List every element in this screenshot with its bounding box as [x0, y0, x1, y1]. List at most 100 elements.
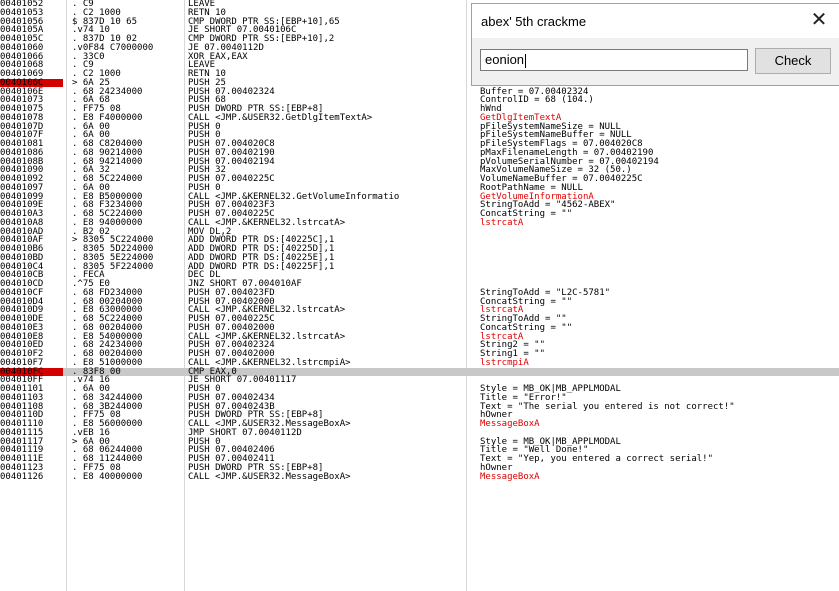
code-row[interactable]: 00401092 . 68 5C224000 PUSH 07.0040225C Vol… [0, 174, 839, 184]
disasm-cell: PUSH 07.00402411 [188, 454, 275, 464]
comment-cell: RootPathName = NULL [480, 182, 583, 193]
code-row[interactable]: 004010BD . 8305 5E224000 ADD DWORD PTR DS:… [0, 252, 839, 263]
hex-cell: . 8305 5D224000 [72, 244, 154, 254]
hex-cell: . 68 34244000 [72, 392, 143, 403]
code-row[interactable]: 0040107D. 6A 00 PUSH 0 pFileSystemNameSize… [0, 122, 839, 131]
address-cell: 00401126 [0, 471, 44, 482]
code-row[interactable]: 004010CD .^75 E0 JNZ SHORT 07.004010AF [0, 279, 839, 289]
dialog-title: abex' 5th crackme [481, 14, 587, 29]
code-row[interactable]: 0040108B. 68 94214000 PUSH 07.00402194 pVo… [0, 157, 839, 166]
text-caret [525, 53, 527, 68]
hex-cell: .v0F84 C7000000 [72, 42, 154, 53]
code-row[interactable]: 00401115 .vEB 16 JMP SHORT 07.0040112D [0, 428, 839, 437]
address-cell: 004010CD [0, 279, 44, 289]
code-row[interactable]: 004010A3 . 68 5C224000 PUSH 07.0040225C Con… [0, 209, 839, 219]
hex-cell: . 837D 10 02 [72, 34, 138, 44]
comment-cell: Title = "Error!" [480, 392, 567, 403]
hex-cell: . 68 FD234000 [72, 287, 143, 298]
address-cell: 004010BD [0, 252, 44, 263]
disasm-cell: PUSH 07.00402190 [188, 147, 275, 158]
disasm-cell: PUSH 0 [188, 384, 221, 394]
code-row[interactable]: 00401097 . 6A 00 PUSH 0 RootPathName = NULL [0, 182, 839, 193]
comment-cell: VolumeNameBuffer = 07.0040225C [480, 174, 643, 184]
address-cell: 004010E3 [0, 322, 44, 333]
comment-cell: hOwner [480, 462, 513, 473]
comment-cell: String1 = "" [480, 349, 546, 359]
address-cell: 00401081 [0, 139, 44, 149]
disasm-cell: RETN 10 [188, 7, 226, 18]
serial-input[interactable]: eonion [480, 49, 748, 71]
code-row[interactable]: 00401101 . 6A 00 PUSH 0 Style = MB_OK|MB_AP… [0, 384, 839, 394]
code-row[interactable]: 0040106E. 68 24234000 PUSH 07.00402324 Buf… [0, 87, 839, 96]
hex-cell: . E8 40000000 [72, 471, 143, 482]
code-row[interactable]: 00401103 . 68 34244000 PUSH 07.00402434 Tit… [0, 392, 839, 403]
disasm-cell: PUSH 07.00402000 [188, 349, 275, 359]
code-row[interactable]: 004010C4. 8305 5F224000 ADD DWORD PTR DS:… [0, 262, 839, 271]
code-row[interactable]: 004010F7 . E8 51000000 CALL <JMP.&KERNEL32… [0, 357, 839, 368]
comment-cell: Style = MB_OK|MB_APPLMODAL [480, 384, 621, 394]
comment-cell: lstrcmpiA [480, 357, 529, 368]
disasm-cell: CMP DWORD PTR SS:[EBP+10],2 [188, 34, 335, 44]
comment-cell: pFileSystemFlags = 07.004020C8 [480, 139, 643, 149]
hex-cell: . FF75 08 [72, 462, 121, 473]
code-row[interactable]: 004010CB. FECA DEC DL [0, 271, 839, 280]
code-row[interactable]: 004010B6 . 8305 5D224000 ADD DWORD PTR DS:… [0, 244, 839, 254]
code-row[interactable]: 004010F2 . 68 00204000 PUSH 07.00402000 Str… [0, 349, 839, 359]
code-row[interactable]: 0040111E . 68 11244000 PUSH 07.00402411 Tex… [0, 454, 839, 464]
hex-cell: .^75 E0 [72, 279, 110, 289]
crackme-dialog: abex' 5th crackme ✕ eonion Check [471, 3, 839, 86]
hex-cell: . 68 5C224000 [72, 314, 143, 324]
code-row[interactable]: 00401081 . 68 C8204000 PUSH 07.004020C8 pFi… [0, 139, 839, 149]
hex-cell: . E8 51000000 [72, 357, 143, 368]
comment-cell: lstrcatA [480, 217, 524, 228]
comment-cell: MessageBoxA [480, 419, 540, 429]
code-row[interactable]: 004010FF .v74 16 JE SHORT 07.00401117 [0, 376, 839, 385]
address-cell: 00401097 [0, 182, 44, 193]
address-cell: 00401110 [0, 419, 44, 429]
code-row[interactable]: 00401123 . FF75 08 PUSH DWORD PTR SS:[EBP+… [0, 462, 839, 473]
disasm-cell: CALL <JMP.&KERNEL32.lstrcatA> [188, 217, 346, 228]
disasm-cell: PUSH 07.00402434 [188, 392, 275, 403]
disasm-cell: ADD DWORD PTR DS:[40225D],1 [188, 244, 335, 254]
comment-cell: MessageBoxA [480, 471, 540, 482]
hex-cell: . 68 90214000 [72, 147, 143, 158]
hex-cell: . 6A 00 [72, 384, 110, 394]
dialog-titlebar: abex' 5th crackme ✕ [472, 4, 839, 38]
address-cell: 00401069 [0, 69, 44, 79]
hex-cell: . 68 00204000 [72, 349, 143, 359]
comment-cell: ConcatString = "" [480, 209, 573, 219]
code-row[interactable]: 00401086 . 68 90214000 PUSH 07.00402190 pMa… [0, 147, 839, 158]
code-row[interactable]: 00401108. 68 3B244000 PUSH 07.0040243B Tex… [0, 402, 839, 411]
disassembly-pane[interactable]: 00401052 . C9 LEAVE 00401053 . C2 1000 RETN 1… [0, 0, 839, 591]
code-row[interactable]: 004010CF . 68 FD234000 PUSH 07.004023FD Str… [0, 287, 839, 298]
address-cell: 00401101 [0, 384, 44, 394]
disasm-cell: CALL <JMP.&USER32.MessageBoxA> [188, 471, 351, 482]
address-cell: 004010A3 [0, 209, 44, 219]
hex-cell: . 6A 00 [72, 182, 110, 193]
hex-cell: . E8 56000000 [72, 419, 143, 429]
disasm-cell: CALL <JMP.&KERNEL32.lstrcmpiA> [188, 357, 351, 368]
code-row[interactable]: 00401073. 6A 68 PUSH 68 ControlID = 68 (10… [0, 96, 839, 105]
code-row[interactable]: 00401075 . FF75 08 PUSH DWORD PTR SS:[EBP+… [0, 105, 839, 114]
code-row[interactable]: 00401110 . E8 56000000 CALL <JMP.&USER32.M… [0, 419, 839, 429]
address-cell: 00401086 [0, 147, 44, 158]
code-row[interactable]: 00401078 . E8 F4000000 CALL <JMP.&USER32.G… [0, 113, 839, 122]
comment-cell: ConcatString = "" [480, 322, 573, 333]
address-cell: 004010A8 [0, 217, 44, 228]
close-icon[interactable]: ✕ [808, 9, 830, 31]
address-cell: 00401053 [0, 7, 44, 18]
disasm-cell: RETN 10 [188, 69, 226, 79]
address-cell: 004010F2 [0, 349, 44, 359]
code-row[interactable]: 004010E3 . 68 00204000 PUSH 07.00402000 Con… [0, 322, 839, 333]
check-button[interactable]: Check [755, 48, 831, 74]
comment-cell: StringToAdd = "L2C-5781" [480, 287, 611, 298]
address-cell: 0040111E [0, 454, 44, 464]
serial-input-value: eonion [485, 52, 525, 67]
code-row[interactable]: 004010FC. 83F8 00 CMP EAX,0 [0, 367, 839, 376]
comment-cell: pMaxFilenameLength = 07.00402190 [480, 147, 654, 158]
address-cell: 004010B6 [0, 244, 44, 254]
code-row[interactable]: 00401126 . E8 40000000 CALL <JMP.&USER32.M… [0, 471, 839, 482]
code-row[interactable]: 004010A8 . E8 94000000 CALL <JMP.&KERNEL32… [0, 217, 839, 228]
code-row[interactable]: 004010DE . 68 5C224000 PUSH 07.0040225C Str… [0, 314, 839, 324]
disasm-cell: CALL <JMP.&USER32.MessageBoxA> [188, 419, 351, 429]
